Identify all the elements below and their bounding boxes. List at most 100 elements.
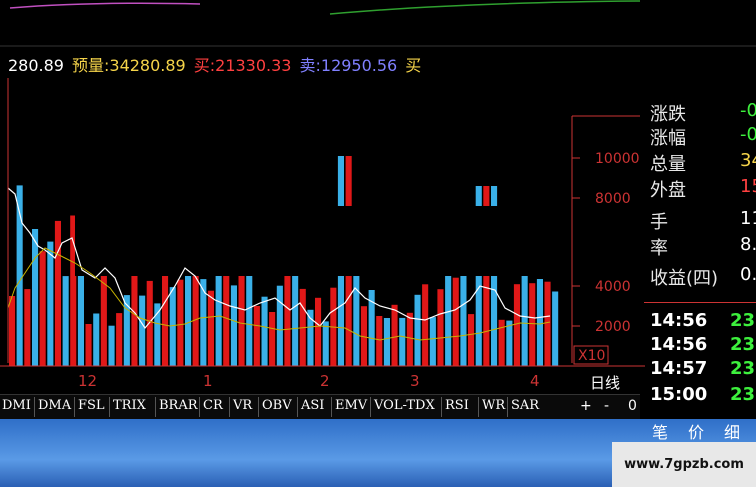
panel-divider (644, 302, 756, 303)
sell-label: 卖: (299, 56, 321, 74)
trade-price: 23.9 (730, 334, 756, 355)
indicator-tab-wr[interactable]: WR (482, 398, 505, 417)
tab-separator (258, 397, 259, 417)
quote-value: 8. (740, 234, 756, 255)
trade-time: 14:57 (650, 358, 708, 379)
reset-zoom-button[interactable]: 0 (628, 398, 637, 414)
volume-bar (513, 284, 520, 366)
tab-separator (229, 397, 230, 417)
volume-bar (445, 271, 452, 366)
trade-price: 23.9 (730, 384, 756, 405)
forecast-value: 34280.89 (109, 56, 186, 74)
y-tick-label: 2000 (595, 319, 631, 335)
volume-bar (406, 312, 413, 366)
tab-separator (34, 397, 35, 417)
trade-row: 15:00 23.9 (650, 384, 756, 408)
indicator-tab-vr[interactable]: VR (233, 398, 252, 417)
volume-bar (414, 294, 421, 366)
period-daily-button[interactable]: 日线 (590, 372, 640, 392)
quote-row: 总量 342 (650, 150, 756, 175)
quote-label: 涨跌 (650, 104, 686, 125)
tab-separator (199, 397, 200, 417)
tab-separator (478, 397, 479, 417)
detail-tab[interactable]: 笔 (644, 419, 676, 443)
volume-bar (292, 261, 299, 366)
indicator-tab-rsi[interactable]: RSI (445, 398, 469, 417)
quote-row: 涨跌 -0. (650, 100, 756, 125)
quote-panel: 涨跌 -0. 涨幅 -0.5 总量 342 外盘 156 手 11.3 率 8. 收益(四) 0.5 14… (644, 100, 756, 415)
volume-bar (452, 277, 459, 366)
volume-bar (230, 285, 237, 366)
sell-value: 12950.56 (320, 56, 398, 74)
x-tick-label: 2 (320, 372, 330, 390)
volume-bar (93, 313, 100, 366)
indicator-tab-fsl[interactable]: FSL (78, 398, 105, 417)
zoom-in-button[interactable]: + (580, 398, 592, 414)
popup-occluder (75, 206, 555, 276)
upper-line-green (329, 0, 641, 15)
quote-value: -0.5 (740, 124, 756, 145)
volume-bar (552, 291, 559, 366)
indicator-tab-dmi[interactable]: DMI (2, 398, 31, 417)
volume-bar (85, 324, 92, 366)
indicator-tab-dma[interactable]: DMA (38, 398, 71, 417)
indicator-tab-cr[interactable]: CR (203, 398, 223, 417)
detail-tab[interactable]: 价 (680, 419, 712, 443)
indicator-tab-vol-tdx[interactable]: VOL-TDX (374, 398, 435, 417)
volume-bar (116, 313, 123, 366)
quote-row: 收益(四) 0.5 (650, 264, 756, 289)
indicator-tab-asi[interactable]: ASI (301, 398, 324, 417)
tab-separator (331, 397, 332, 417)
x-tick-label: 3 (410, 372, 420, 390)
trailing-label: 买 (405, 56, 422, 74)
upper-chart-strip (0, 0, 756, 47)
indicator-tab-brar[interactable]: BRAR (159, 398, 198, 417)
volume-bar (521, 272, 528, 366)
volume-bar (544, 281, 551, 366)
x-tick-label: 4 (530, 372, 540, 390)
volume-bar (200, 279, 207, 366)
volume-bar (536, 279, 543, 366)
tab-separator (441, 397, 442, 417)
tab-separator (507, 397, 508, 417)
indicator-tab-bar: DMI DMA FSL TRIX BRAR CR VR OBV ASI EMV VOL-TDX RSI… (0, 394, 640, 420)
volume-bar (9, 296, 16, 366)
volume-chart[interactable]: 10000 8000 4000 2000 X10 (0, 78, 645, 370)
quote-value: 156 (740, 176, 756, 197)
quote-row: 外盘 156 (650, 176, 756, 201)
quote-value: 342 (740, 150, 756, 171)
volume-bar (146, 280, 153, 366)
trade-row: 14:56 23.9 (650, 334, 756, 358)
quote-label: 收益(四) (650, 268, 719, 289)
watermark-text: www.7gpzb.com (612, 442, 756, 487)
volume-bar (32, 229, 39, 366)
volume-bar (253, 306, 260, 366)
volume-bar (246, 275, 253, 366)
volume-bar (169, 287, 176, 366)
detail-tab[interactable]: 细 (716, 419, 748, 443)
indicator-tab-trix[interactable]: TRIX (113, 398, 146, 417)
zoom-out-button[interactable]: - (604, 398, 609, 414)
volume-bar (139, 295, 146, 366)
indicator-tab-sar[interactable]: SAR (511, 398, 539, 417)
forecast-label: 预量: (71, 56, 110, 74)
x-tick-label: 12 (78, 372, 98, 390)
quote-label: 涨幅 (650, 128, 686, 149)
volume-bar (131, 261, 138, 366)
volume-bar (322, 321, 329, 366)
volume-bar (353, 270, 360, 366)
quote-row: 涨幅 -0.5 (650, 124, 756, 149)
quote-value: 0.5 (740, 264, 756, 285)
volume-bar (383, 318, 390, 366)
volume-bar (376, 316, 383, 366)
volume-bar (177, 279, 184, 366)
indicator-tab-obv[interactable]: OBV (262, 398, 292, 417)
volume-bar (54, 220, 61, 366)
trade-time: 14:56 (650, 334, 708, 355)
volume-bar (429, 317, 436, 366)
trade-row: 14:56 23.9 (650, 310, 756, 334)
volume-bar (506, 320, 513, 366)
indicator-tab-emv[interactable]: EMV (335, 398, 367, 417)
volume-bar (62, 276, 69, 366)
volume-info-bar: 280.89 预量:34280.89 买:21330.33 卖:12950.56 买 (8, 52, 428, 74)
